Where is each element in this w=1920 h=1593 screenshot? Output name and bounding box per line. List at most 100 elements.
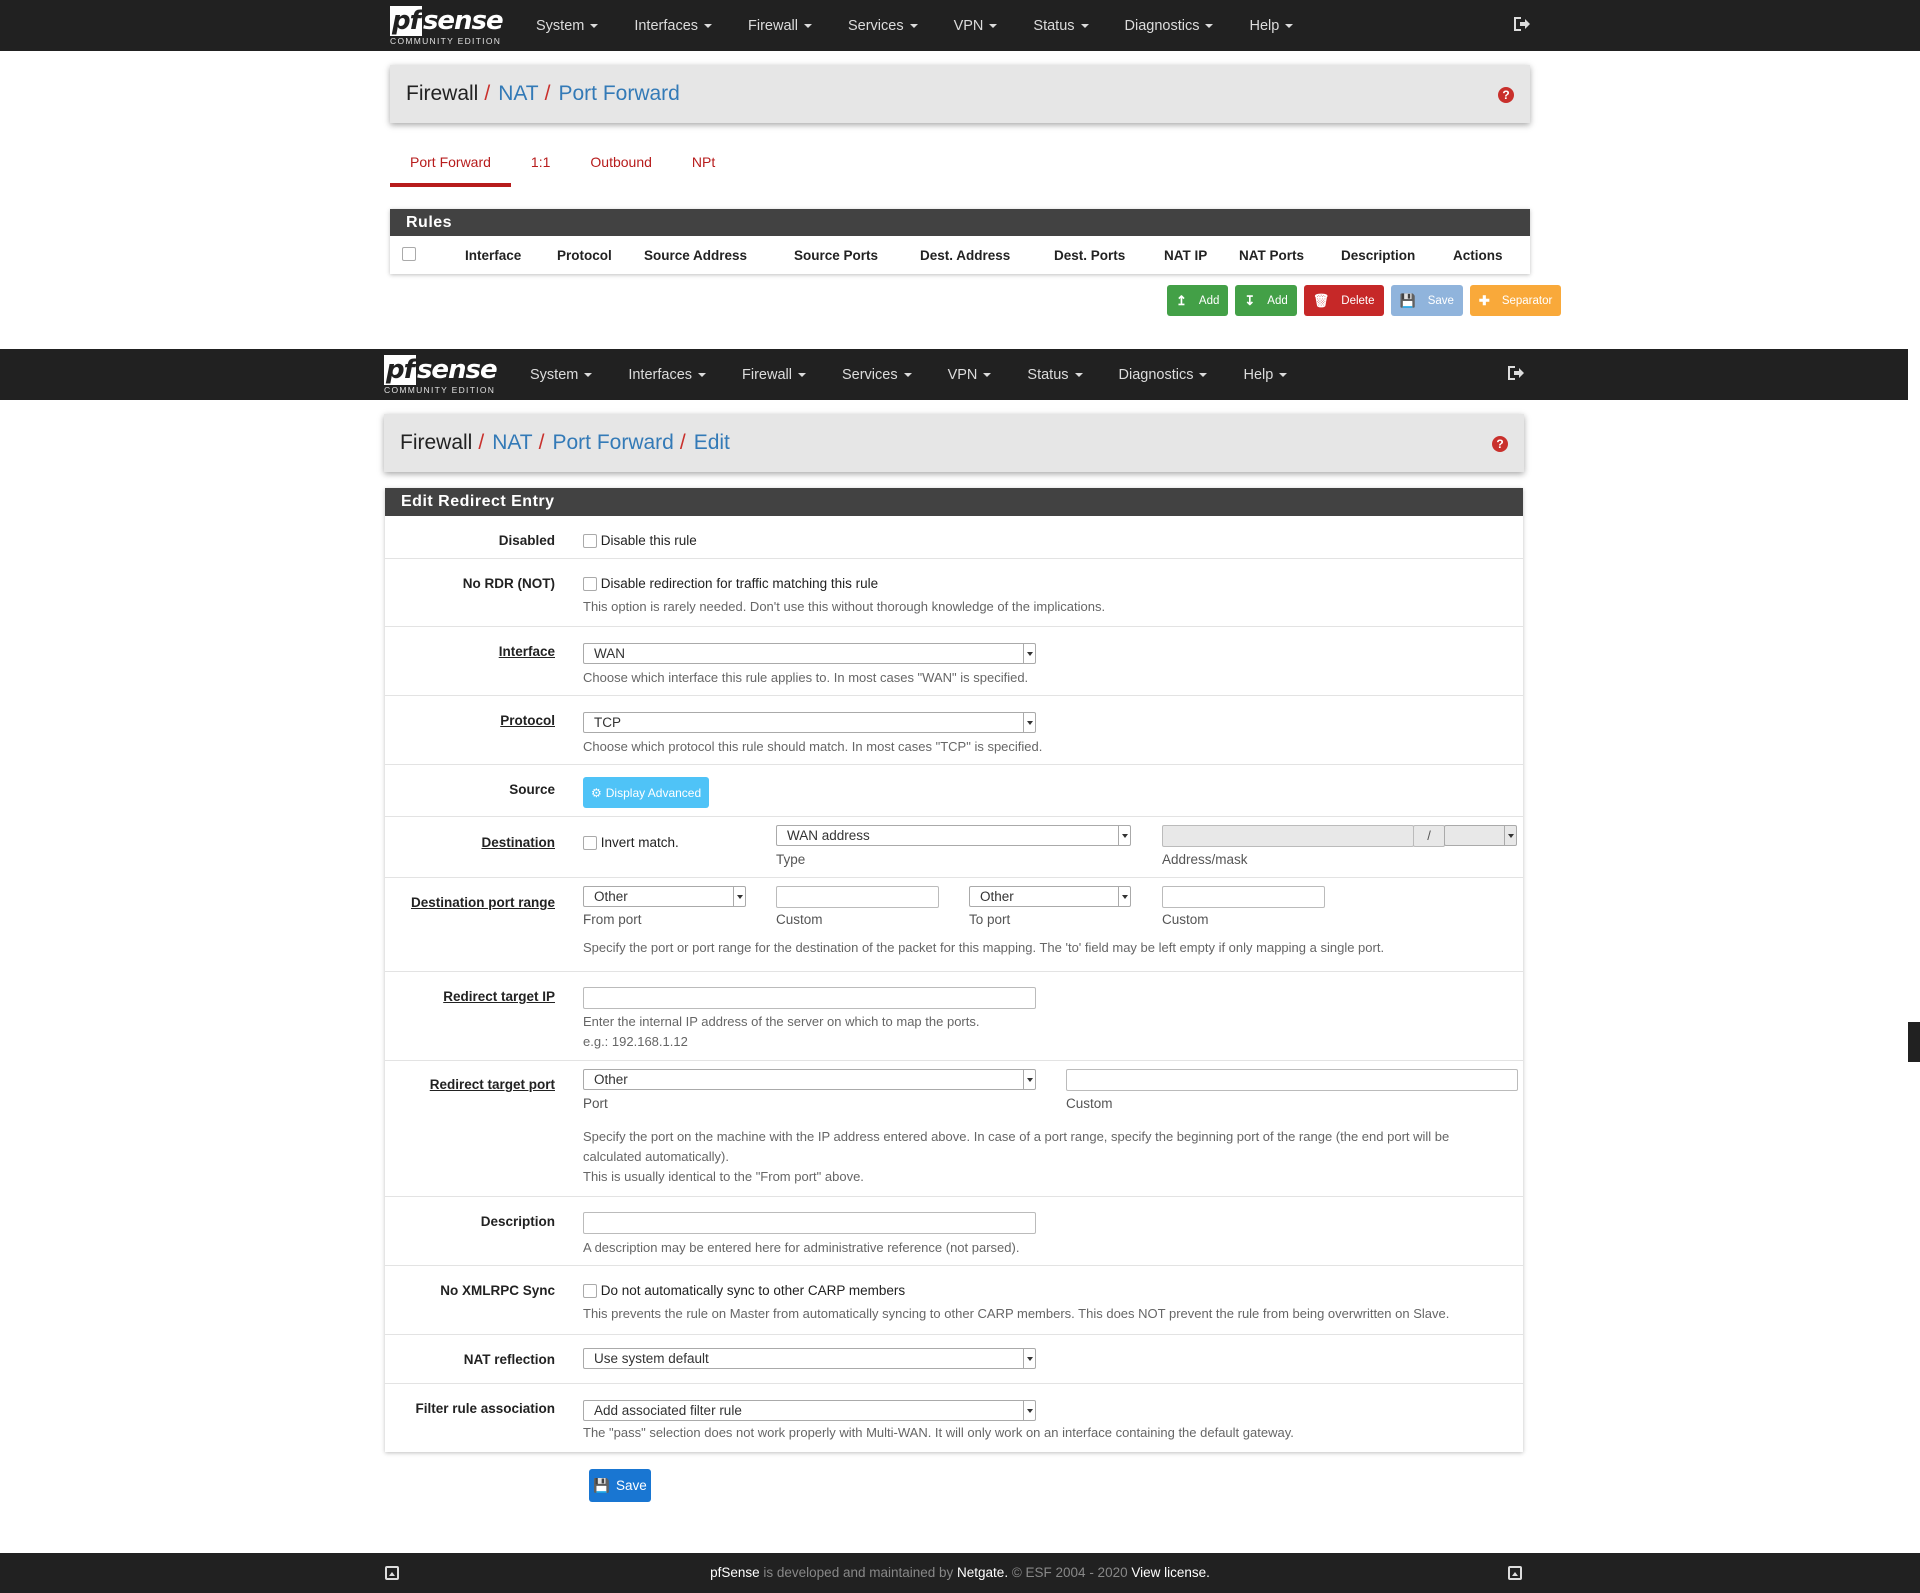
disable-rule-checkbox[interactable] — [583, 534, 597, 549]
row-redirect-port: Redirect target port Other Port Custom S… — [385, 1061, 1523, 1197]
no-rdr-checkbox[interactable] — [583, 577, 597, 592]
tab-port-forward[interactable]: Port Forward — [390, 150, 511, 187]
breadcrumb-port-forward[interactable]: Port Forward — [552, 431, 673, 455]
col-nat-ip[interactable]: NAT IP — [1164, 248, 1207, 263]
breadcrumb: Firewall / NAT / Port Forward ? — [390, 65, 1530, 123]
breadcrumb-nat[interactable]: NAT — [498, 82, 538, 106]
row-description: Description A description may be entered… — [385, 1197, 1523, 1266]
row-dest-port-range: Destination port range Other From port C… — [385, 878, 1523, 972]
add-top-button[interactable]: ↥ Add — [1167, 285, 1229, 316]
dropdown-arrow-icon — [1023, 1070, 1035, 1089]
caret-down-icon — [1199, 372, 1208, 377]
dropdown-arrow-icon — [1023, 644, 1035, 663]
col-source-ports[interactable]: Source Ports — [794, 248, 878, 263]
caret-down-icon — [903, 372, 912, 377]
caret-down-icon — [1285, 23, 1294, 28]
invert-match-checkbox[interactable] — [583, 836, 597, 851]
nav-diagnostics[interactable]: Diagnostics — [1107, 0, 1232, 51]
rules-action-buttons: ↥ Add ↧ Add 🗑 Delete 💾 Save ✚ Separator — [1167, 285, 1562, 316]
destination-address-input[interactable] — [1162, 825, 1414, 847]
from-port-select[interactable]: Other — [583, 886, 746, 907]
col-protocol[interactable]: Protocol — [557, 248, 612, 263]
destination-mask-select[interactable] — [1444, 825, 1517, 846]
row-no-rdr: No RDR (NOT) Disable redirection for tra… — [385, 559, 1523, 627]
caret-down-icon — [704, 23, 713, 28]
redirect-ip-input[interactable] — [583, 987, 1036, 1009]
col-interface[interactable]: Interface — [465, 248, 521, 263]
nav-system[interactable]: System — [518, 0, 616, 51]
tab-1-1[interactable]: 1:1 — [511, 150, 570, 187]
footer-license-link[interactable]: View license. — [1131, 1565, 1210, 1580]
caret-down-icon — [1205, 23, 1214, 28]
row-source: Source ⚙ Display Advanced — [385, 765, 1523, 817]
scroll-top-icon[interactable] — [385, 1566, 399, 1580]
col-dest-address[interactable]: Dest. Address — [920, 248, 1010, 263]
nav-help[interactable]: Help — [1225, 349, 1305, 400]
save-rules-button[interactable]: 💾 Save — [1390, 285, 1463, 316]
pfsense-logo[interactable]: pf sense COMMUNITY EDITION — [379, 349, 499, 400]
breadcrumb-port-forward[interactable]: Port Forward — [558, 82, 679, 106]
breadcrumb-edit[interactable]: Edit — [694, 431, 730, 455]
protocol-select[interactable]: TCP — [583, 712, 1036, 733]
col-description[interactable]: Description — [1341, 248, 1415, 263]
nav-status[interactable]: Status — [1009, 349, 1100, 400]
destination-type-select[interactable]: WAN address — [776, 825, 1131, 846]
nav-services[interactable]: Services — [824, 349, 930, 400]
description-input[interactable] — [583, 1212, 1036, 1234]
nav-interfaces[interactable]: Interfaces — [616, 0, 730, 51]
save-icon: 💾 — [593, 1477, 611, 1493]
nav-help[interactable]: Help — [1231, 0, 1311, 51]
to-port-select[interactable]: Other — [969, 886, 1131, 907]
nav-firewall[interactable]: Firewall — [724, 349, 824, 400]
nat-tabs: Port Forward 1:1 Outbound NPt — [390, 150, 735, 187]
interface-select[interactable]: WAN — [583, 643, 1036, 664]
col-dest-ports[interactable]: Dest. Ports — [1054, 248, 1125, 263]
col-source-address[interactable]: Source Address — [644, 248, 747, 263]
tab-npt[interactable]: NPt — [672, 150, 735, 187]
side-scroll-tab[interactable] — [1908, 1022, 1920, 1062]
logout-icon[interactable] — [1512, 15, 1530, 33]
to-port-custom-input[interactable] — [1162, 886, 1325, 908]
top-navbar: pf sense COMMUNITY EDITION System Interfa… — [0, 0, 1920, 51]
nav-services[interactable]: Services — [830, 0, 936, 51]
dropdown-arrow-icon — [1118, 826, 1130, 845]
row-protocol: Protocol TCP Choose which protocol this … — [385, 696, 1523, 765]
nav-system[interactable]: System — [512, 349, 610, 400]
save-button[interactable]: 💾 Save — [589, 1469, 651, 1502]
nat-reflection-select[interactable]: Use system default — [583, 1348, 1036, 1369]
save-icon: 💾 — [1399, 292, 1416, 308]
tab-outbound[interactable]: Outbound — [570, 150, 672, 187]
delete-button[interactable]: 🗑 Delete — [1303, 285, 1384, 316]
breadcrumb-nat[interactable]: NAT — [492, 431, 532, 455]
add-bottom-button[interactable]: ↧ Add — [1235, 285, 1297, 316]
redirect-port-select[interactable]: Other — [583, 1069, 1036, 1090]
nav-diagnostics[interactable]: Diagnostics — [1101, 349, 1226, 400]
display-advanced-button[interactable]: ⚙ Display Advanced — [583, 777, 710, 808]
rules-panel: Rules Interface Protocol Source Address … — [390, 209, 1530, 274]
separator-button[interactable]: ✚ Separator — [1469, 285, 1562, 316]
nav-vpn[interactable]: VPN — [930, 349, 1010, 400]
breadcrumb-firewall: Firewall — [400, 431, 473, 454]
footer-netgate-link[interactable]: Netgate. — [957, 1565, 1008, 1580]
help-icon[interactable]: ? — [1492, 436, 1508, 452]
nav-status[interactable]: Status — [1015, 0, 1106, 51]
filter-rule-select[interactable]: Add associated filter rule — [583, 1400, 1036, 1421]
scroll-top-icon[interactable] — [1508, 1566, 1522, 1580]
nav-interfaces[interactable]: Interfaces — [610, 349, 724, 400]
row-nat-reflection: NAT reflection Use system default — [385, 1335, 1523, 1384]
no-xmlrpc-checkbox[interactable] — [583, 1284, 597, 1299]
col-nat-ports[interactable]: NAT Ports — [1239, 248, 1304, 263]
caret-down-icon — [698, 372, 707, 377]
help-icon[interactable]: ? — [1498, 87, 1514, 103]
select-all-checkbox[interactable] — [402, 247, 416, 262]
logout-icon[interactable] — [1506, 364, 1524, 382]
redirect-port-custom-input[interactable] — [1066, 1069, 1518, 1091]
from-port-custom-input[interactable] — [776, 886, 939, 908]
pfsense-logo[interactable]: pf sense COMMUNITY EDITION — [385, 0, 505, 51]
dropdown-arrow-icon — [1023, 713, 1035, 732]
breadcrumb-firewall: Firewall — [406, 82, 479, 105]
footer: pfSense is developed and maintained by N… — [0, 1553, 1920, 1593]
nav-vpn[interactable]: VPN — [936, 0, 1016, 51]
nav-firewall[interactable]: Firewall — [730, 0, 830, 51]
caret-down-icon — [983, 372, 992, 377]
